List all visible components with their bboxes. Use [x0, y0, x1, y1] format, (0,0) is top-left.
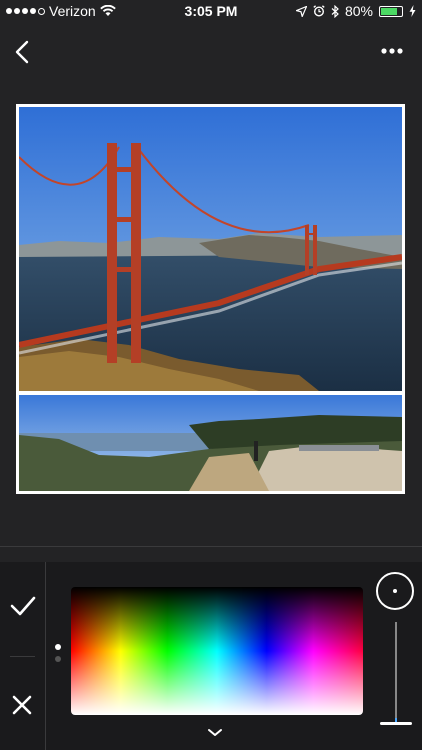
- alarm-icon: [313, 5, 325, 17]
- location-icon: [295, 5, 307, 17]
- collage-frame: [16, 104, 405, 494]
- charging-bolt-icon: [409, 5, 416, 17]
- status-bar: Verizon 3:05 PM 80%: [0, 0, 422, 22]
- navigation-bar: [0, 22, 422, 82]
- size-slider-handle[interactable]: [380, 722, 412, 725]
- page-dot[interactable]: [55, 656, 61, 662]
- size-slider-track[interactable]: [395, 622, 397, 722]
- status-icons: 80%: [295, 3, 416, 19]
- action-separator: [10, 656, 35, 657]
- brush-size-button[interactable]: [376, 572, 414, 610]
- close-icon[interactable]: [12, 695, 32, 715]
- page-dot-active[interactable]: [55, 644, 61, 650]
- golden-gate-bridge-photo[interactable]: [19, 107, 402, 391]
- palette-page-indicator[interactable]: [55, 644, 61, 668]
- battery-level: [381, 7, 397, 15]
- bluetooth-icon: [331, 4, 339, 18]
- chevron-down-icon[interactable]: [207, 728, 223, 737]
- color-picker-panel: [0, 562, 422, 750]
- brush-size-dot: [393, 589, 397, 593]
- battery-percent: 80%: [344, 3, 373, 19]
- checkmark-icon[interactable]: [10, 595, 36, 617]
- coastal-panorama-photo[interactable]: [19, 395, 402, 491]
- panel-divider: [0, 546, 422, 547]
- action-column: [0, 562, 46, 750]
- back-button[interactable]: [10, 37, 36, 67]
- more-options-button[interactable]: [380, 44, 404, 58]
- battery-icon: [379, 5, 403, 17]
- color-spectrum[interactable]: [71, 587, 363, 715]
